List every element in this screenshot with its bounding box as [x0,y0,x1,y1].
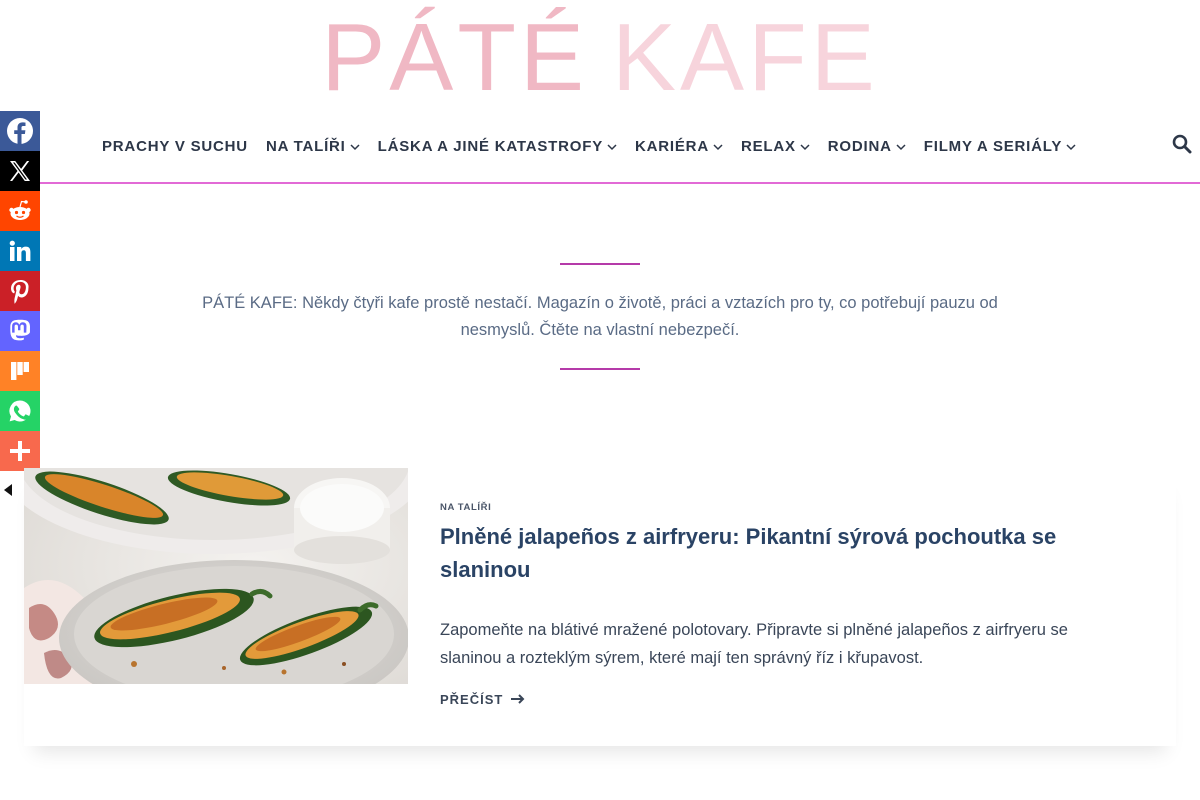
nav-item-label: FILMY A SERIÁLY [923,137,1063,155]
read-more-label: PŘEČÍST [440,692,504,707]
whatsapp-icon [7,398,33,424]
site-logo[interactable]: PÁTÉ KAFE [321,10,878,106]
mix-icon [8,359,32,383]
site-header: PÁTÉ KAFE [0,0,1200,110]
chevron-left-icon [2,484,14,501]
nav-item-label: RODINA [827,137,892,155]
nav-item-rodina[interactable]: RODINA [828,138,906,155]
chevron-down-icon [800,143,810,151]
pinterest-icon [7,278,33,304]
arrow-right-icon [511,692,525,707]
article-card: NA TALÍŘI Plněné jalapeños z airfryeru: … [24,468,1176,746]
nav-item-label: PRACHY V SUCHU [102,137,248,155]
logo-word-1: PÁTÉ [321,4,588,111]
nav-item-label: RELAX [740,137,796,155]
article-title-link[interactable]: Plněné jalapeños z airfryeru: Pikantní s… [440,520,1120,586]
plus-icon [8,439,32,463]
chevron-down-icon [1066,143,1076,151]
nav-item-label: LÁSKA A JINÉ KATASTROFY [377,137,604,155]
hide-sidebar-toggle[interactable] [2,483,16,497]
reddit-share-button[interactable] [0,191,40,231]
pinterest-share-button[interactable] [0,271,40,311]
linkedin-icon [8,239,32,263]
x-share-button[interactable] [0,151,40,191]
nav-item-label: KARIÉRA [635,137,709,155]
nav-item-prachy-v-suchu[interactable]: PRACHY V SUCHU [102,138,248,155]
more-share-button[interactable] [0,431,40,471]
article-excerpt: Zapomeňte na blátivé mražené polotovary.… [440,621,1068,667]
mastodon-icon [7,318,33,344]
nav-menu: PRACHY V SUCHU NA TALÍŘI LÁSKA A JINÉ KA… [102,110,1094,182]
social-share-bar [0,111,40,471]
x-icon [7,158,33,184]
search-icon[interactable] [1172,134,1192,154]
article-thumbnail[interactable] [24,468,408,684]
linkedin-share-button[interactable] [0,231,40,271]
nav-item-relax[interactable]: RELAX [741,138,810,155]
nav-item-filmy-a-serialy[interactable]: FILMY A SERIÁLY [924,138,1076,155]
facebook-share-button[interactable] [0,111,40,151]
mix-share-button[interactable] [0,351,40,391]
read-more-link[interactable]: PŘEČÍST [440,692,525,707]
nav-item-na-taliri[interactable]: NA TALÍŘI [266,138,360,155]
whatsapp-share-button[interactable] [0,391,40,431]
facebook-icon [5,116,35,146]
chevron-down-icon [896,143,906,151]
nav-item-laska-a-jine-katastrofy[interactable]: LÁSKA A JINÉ KATASTROFY [378,138,617,155]
nav-item-kariera[interactable]: KARIÉRA [635,138,723,155]
reddit-icon [6,197,34,225]
nav-item-label: NA TALÍŘI [265,137,346,155]
chevron-down-icon [607,143,617,151]
site-tagline: PÁTÉ KAFE: Někdy čtyři kafe prostě nesta… [202,294,998,339]
decorative-rule-top [560,263,640,265]
mastodon-share-button[interactable] [0,311,40,351]
chevron-down-icon [713,143,723,151]
main-navigation: PRACHY V SUCHU NA TALÍŘI LÁSKA A JINÉ KA… [0,110,1200,184]
article-category-link[interactable]: NA TALÍŘI [440,502,491,513]
decorative-rule-bottom [560,368,640,370]
chevron-down-icon [350,143,360,151]
logo-word-2: KAFE [612,4,879,111]
